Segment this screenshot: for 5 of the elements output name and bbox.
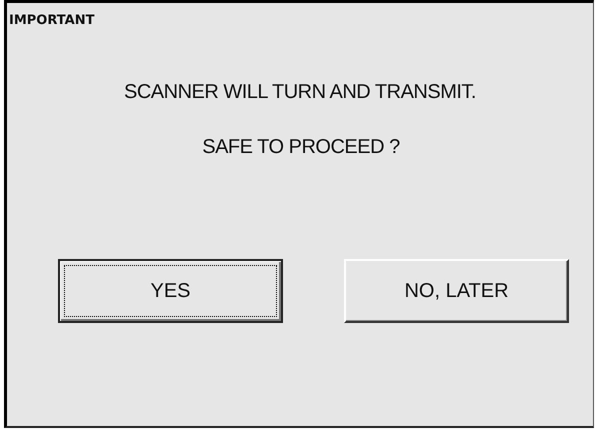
message-text: SCANNER WILL TURN AND TRANSMIT. — [124, 81, 476, 104]
message-text: SAFE TO PROCEED ? — [202, 136, 400, 159]
dialog-button[interactable]: NO, LATER — [344, 259, 569, 323]
window-title: IMPORTANT — [8, 12, 94, 28]
dialog-button[interactable]: YES — [58, 259, 283, 323]
